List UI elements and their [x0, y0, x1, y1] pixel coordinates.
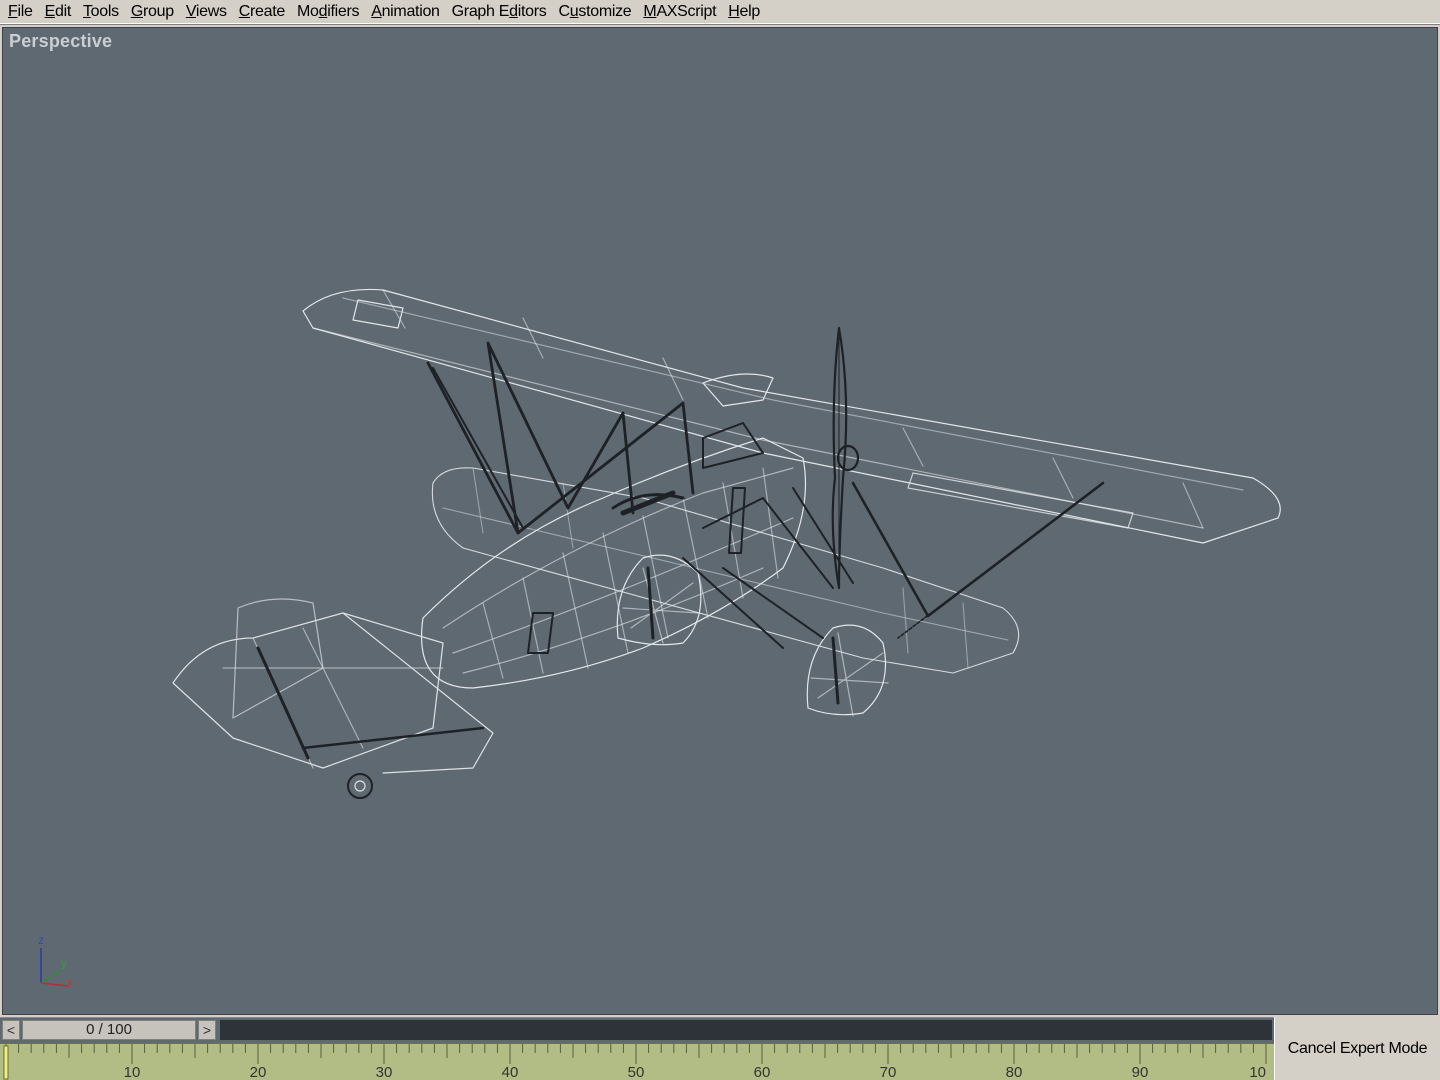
menu-graph-editors[interactable]: Graph Editors — [448, 1, 555, 23]
cancel-expert-mode-button[interactable]: Cancel Expert Mode — [1274, 1017, 1440, 1080]
fuselage — [421, 437, 807, 689]
landing-gear — [616, 554, 889, 717]
ruler-label: 10 — [1249, 1064, 1266, 1080]
ruler-label: 20 — [250, 1064, 267, 1080]
menu-help[interactable]: Help — [724, 1, 768, 23]
time-slider-thumb[interactable]: 0 / 100 — [22, 1020, 196, 1040]
menu-modifiers[interactable]: Modifiers — [293, 1, 367, 23]
ruler-label: 80 — [1006, 1064, 1023, 1080]
menu-maxscript[interactable]: MAXScript — [639, 1, 724, 23]
ruler-label: 70 — [880, 1064, 897, 1080]
biplane-wireframe-model[interactable] — [3, 28, 1438, 1015]
menu-animation[interactable]: Animation — [367, 1, 447, 23]
ruler-label: 40 — [502, 1064, 519, 1080]
track-bar[interactable]: 10 20 30 40 50 60 70 80 90 10 — [0, 1043, 1274, 1080]
ruler-label: 90 — [1132, 1064, 1149, 1080]
ruler-label: 30 — [376, 1064, 393, 1080]
current-frame-marker[interactable] — [3, 1045, 9, 1080]
svg-text:x: x — [67, 975, 73, 989]
upper-wing — [302, 288, 1281, 544]
svg-text:y: y — [61, 956, 67, 970]
time-slider[interactable]: < 0 / 100 > — [0, 1017, 1274, 1043]
perspective-viewport[interactable]: Perspective z y x — [2, 27, 1438, 1015]
previous-frame-button[interactable]: < — [2, 1020, 20, 1040]
ruler-label: 10 — [124, 1064, 141, 1080]
menu-views[interactable]: Views — [182, 1, 235, 23]
menu-tools[interactable]: Tools — [79, 1, 127, 23]
menu-create[interactable]: Create — [235, 1, 293, 23]
menu-bar: File Edit Tools Group Views Create Modifiers An… — [0, 0, 1440, 25]
frame-ruler[interactable]: 10 20 30 40 50 60 70 80 90 10 — [0, 1044, 1274, 1080]
time-slider-track[interactable] — [220, 1020, 1272, 1040]
menu-group[interactable]: Group — [127, 1, 182, 23]
menu-edit[interactable]: Edit — [41, 1, 79, 23]
menu-customize[interactable]: Customize — [555, 1, 640, 23]
ruler-label: 50 — [628, 1064, 645, 1080]
axis-tripod-icon: z y x — [38, 933, 73, 989]
next-frame-button[interactable]: > — [198, 1020, 216, 1040]
tail-assembly — [172, 598, 494, 799]
ruler-label: 60 — [754, 1064, 771, 1080]
svg-text:z: z — [38, 933, 44, 947]
menu-file[interactable]: File — [4, 1, 41, 23]
